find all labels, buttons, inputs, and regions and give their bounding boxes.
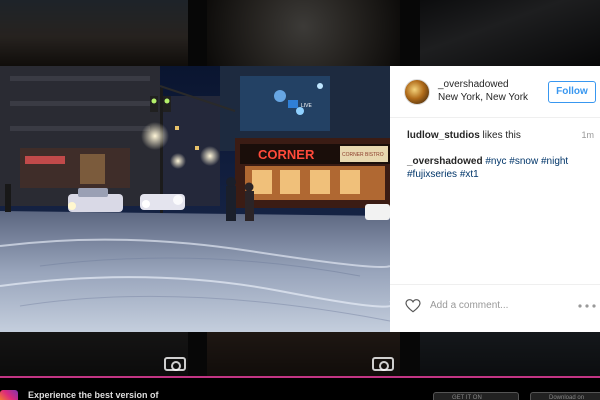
likes-suffix: likes this [479, 130, 521, 141]
post-sidebar: _overshadowed New York, New York Follow … [390, 66, 600, 332]
follow-button[interactable]: Follow [548, 81, 596, 103]
more-icon[interactable] [578, 304, 596, 308]
app-store-button[interactable]: Download on [530, 392, 600, 400]
post-username[interactable]: _overshadowed [438, 79, 509, 90]
app-promo-banner: Experience the best version of GET IT ON… [0, 376, 600, 400]
liker-username[interactable]: ludlow_studios [407, 130, 480, 141]
post-location[interactable]: New York, New York [438, 92, 528, 103]
likes-line: ludlow_studios likes this [407, 130, 521, 141]
divider [390, 117, 600, 118]
divider [390, 284, 600, 285]
banner-text: Experience the best version of [28, 390, 159, 400]
post-modal: LIVE CORNER CORNER BISTRO _overshadowed … [0, 66, 600, 332]
photo-street-scene: LIVE CORNER CORNER BISTRO [0, 66, 390, 332]
hashtag-link[interactable]: #snow [509, 156, 538, 167]
bistro-sign-text: CORNER BISTRO [342, 152, 384, 158]
billboard-text: LIVE [301, 103, 313, 109]
hashtag-link[interactable]: #nyc [485, 156, 506, 167]
heart-icon[interactable] [405, 299, 421, 313]
corner-sign-text: CORNER [258, 147, 315, 162]
post-photo[interactable]: LIVE CORNER CORNER BISTRO [0, 66, 390, 332]
google-play-button[interactable]: GET IT ON [433, 392, 519, 400]
caption-username[interactable]: _overshadowed [407, 156, 483, 167]
hashtag-link[interactable]: #night [541, 156, 568, 167]
post-timestamp: 1m [581, 130, 594, 140]
video-icon [164, 357, 186, 371]
hashtag-link[interactable]: #xt1 [460, 169, 479, 180]
comment-input[interactable]: Add a comment... [430, 300, 508, 311]
video-icon [372, 357, 394, 371]
hashtag-link[interactable]: #fujixseries [407, 169, 457, 180]
instagram-icon [0, 390, 18, 400]
avatar[interactable] [404, 79, 430, 105]
post-caption: _overshadowed #nyc #snow #night #fujixse… [407, 155, 587, 181]
